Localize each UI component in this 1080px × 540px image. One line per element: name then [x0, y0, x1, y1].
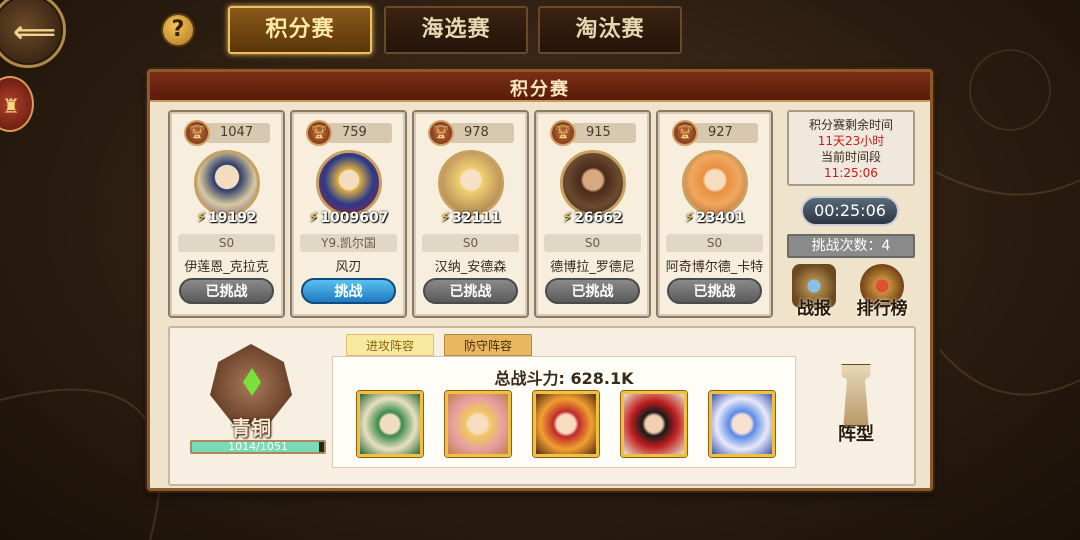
trophy-icon: 🏆︎ [550, 120, 576, 146]
leaderboard-button[interactable]: 排行榜 [854, 264, 910, 319]
opponent-card: 1047 🏆︎ ⚡︎ 19192 S0 伊莲恩_克拉克 已挑战 [168, 110, 285, 318]
help-button[interactable]: ? [161, 13, 195, 47]
avatar[interactable] [682, 150, 748, 216]
player-name: 伊莲恩_克拉克 [184, 260, 269, 275]
opponent-list: 1047 🏆︎ ⚡︎ 19192 S0 伊莲恩_克拉克 已挑战 759 🏆︎ ⚡︎… [168, 110, 778, 320]
lightning-icon: ⚡︎ [308, 210, 319, 226]
player-name: 德博拉_罗德尼 [550, 260, 635, 275]
power-number: 23401 [696, 210, 745, 226]
opponent-card: 759 🏆︎ ⚡︎ 1009607 Y9.凯尔国 风刃 挑战 [290, 110, 407, 318]
hero-slot[interactable] [709, 391, 775, 457]
rank-name: 青铜 [231, 416, 271, 440]
power-value: ⚡︎ 23401 [658, 210, 771, 226]
trophy-score: 759 [328, 123, 392, 143]
avatar[interactable] [560, 150, 626, 216]
hero-slot[interactable] [357, 391, 423, 457]
server-label: Y9.凯尔国 [300, 234, 397, 252]
avatar[interactable] [438, 150, 504, 216]
server-label: S0 [422, 234, 519, 252]
tab-knockout[interactable]: 淘汰赛 [538, 6, 682, 54]
tab-qualifier[interactable]: 海选赛 [384, 6, 528, 54]
countdown-timer: 00:25:06 [801, 196, 899, 226]
challenged-button[interactable]: 已挑战 [545, 278, 640, 304]
panel-header: 积分赛 [150, 72, 930, 102]
power-number: 19192 [208, 210, 257, 226]
challenged-button[interactable]: 已挑战 [423, 278, 518, 304]
hero-slot[interactable] [445, 391, 511, 457]
tower-icon [841, 364, 871, 426]
tab-attack-lineup[interactable]: 进攻阵容 [346, 334, 434, 356]
trophy-icon: 🏆︎ [306, 120, 332, 146]
lineup-box: 总战斗力: 628.1K [332, 356, 796, 468]
leaderboard-label: 排行榜 [856, 299, 908, 319]
avatar[interactable] [194, 150, 260, 216]
lightning-icon: ⚡︎ [562, 210, 573, 226]
server-label: S0 [666, 234, 763, 252]
battle-report-button[interactable]: 战报 [786, 264, 842, 319]
server-label: S0 [178, 234, 275, 252]
formation-button[interactable]: 阵型 [824, 364, 888, 446]
player-name: 汉纳_安德森 [434, 260, 507, 275]
hero-slot[interactable] [533, 391, 599, 457]
tab-defense-lineup[interactable]: 防守阵容 [444, 334, 532, 356]
opponent-card: 915 🏆︎ ⚡︎ 26662 S0 德博拉_罗德尼 已挑战 [534, 110, 651, 318]
power-number: 32111 [452, 210, 501, 226]
current-period-label: 当前时间段 [820, 150, 881, 164]
current-period-value: 11:25:06 [824, 166, 878, 180]
trophy-score: 978 [450, 123, 514, 143]
server-label: S0 [544, 234, 641, 252]
lightning-icon: ⚡︎ [196, 210, 207, 226]
rank-progress-text: 1014/1051 [228, 440, 288, 453]
challenged-button[interactable]: 已挑战 [179, 278, 274, 304]
challenged-button[interactable]: 已挑战 [667, 278, 762, 304]
power-value: ⚡︎ 26662 [536, 210, 649, 226]
back-arrow-icon: ⟸ [13, 15, 57, 50]
trophy-icon: 🏆︎ [184, 120, 210, 146]
power-value: ⚡︎ 19192 [170, 210, 283, 226]
remaining-time-value: 11天23小时 [817, 134, 885, 148]
battle-report-label: 战报 [797, 299, 831, 319]
player-section: 青铜 1014/1051 进攻阵容 防守阵容 总战斗力: 628.1K 阵型 [168, 326, 916, 486]
trophy-score: 915 [572, 123, 636, 143]
trophy-icon: 🏆︎ [428, 120, 454, 146]
hero-slot[interactable] [621, 391, 687, 457]
total-power: 总战斗力: 628.1K [494, 369, 634, 388]
opponent-card: 978 🏆︎ ⚡︎ 32111 S0 汉纳_安德森 已挑战 [412, 110, 529, 318]
challenge-count: 挑战次数：4 [787, 234, 915, 258]
chest-icon: ♜ [2, 94, 20, 118]
lightning-icon: ⚡︎ [440, 210, 451, 226]
points-match-panel: 积分赛 1047 🏆︎ ⚡︎ 19192 S0 伊莲恩_克拉克 已挑战 759 🏆… [147, 69, 933, 491]
power-value: ⚡︎ 1009607 [292, 210, 405, 226]
power-value: ⚡︎ 32111 [414, 210, 527, 226]
player-name: 阿奇博尔德_卡特 [665, 260, 764, 275]
challenge-button[interactable]: 挑战 [301, 278, 396, 304]
player-name: 风刃 [335, 260, 362, 275]
trophy-icon: 🏆︎ [672, 120, 698, 146]
lightning-icon: ⚡︎ [684, 210, 695, 226]
tab-points-match[interactable]: 积分赛 [228, 6, 372, 54]
avatar[interactable] [316, 150, 382, 216]
power-number: 26662 [574, 210, 623, 226]
trophy-score: 1047 [206, 123, 270, 143]
season-info-box: 积分赛剩余时间 11天23小时 当前时间段 11:25:06 [787, 110, 915, 186]
opponent-card: 927 🏆︎ ⚡︎ 23401 S0 阿奇博尔德_卡特 已挑战 [656, 110, 773, 318]
power-number: 1009607 [320, 210, 389, 226]
trophy-score: 927 [694, 123, 758, 143]
panel-title: 积分赛 [510, 79, 570, 100]
remaining-time-label: 积分赛剩余时间 [808, 118, 893, 132]
